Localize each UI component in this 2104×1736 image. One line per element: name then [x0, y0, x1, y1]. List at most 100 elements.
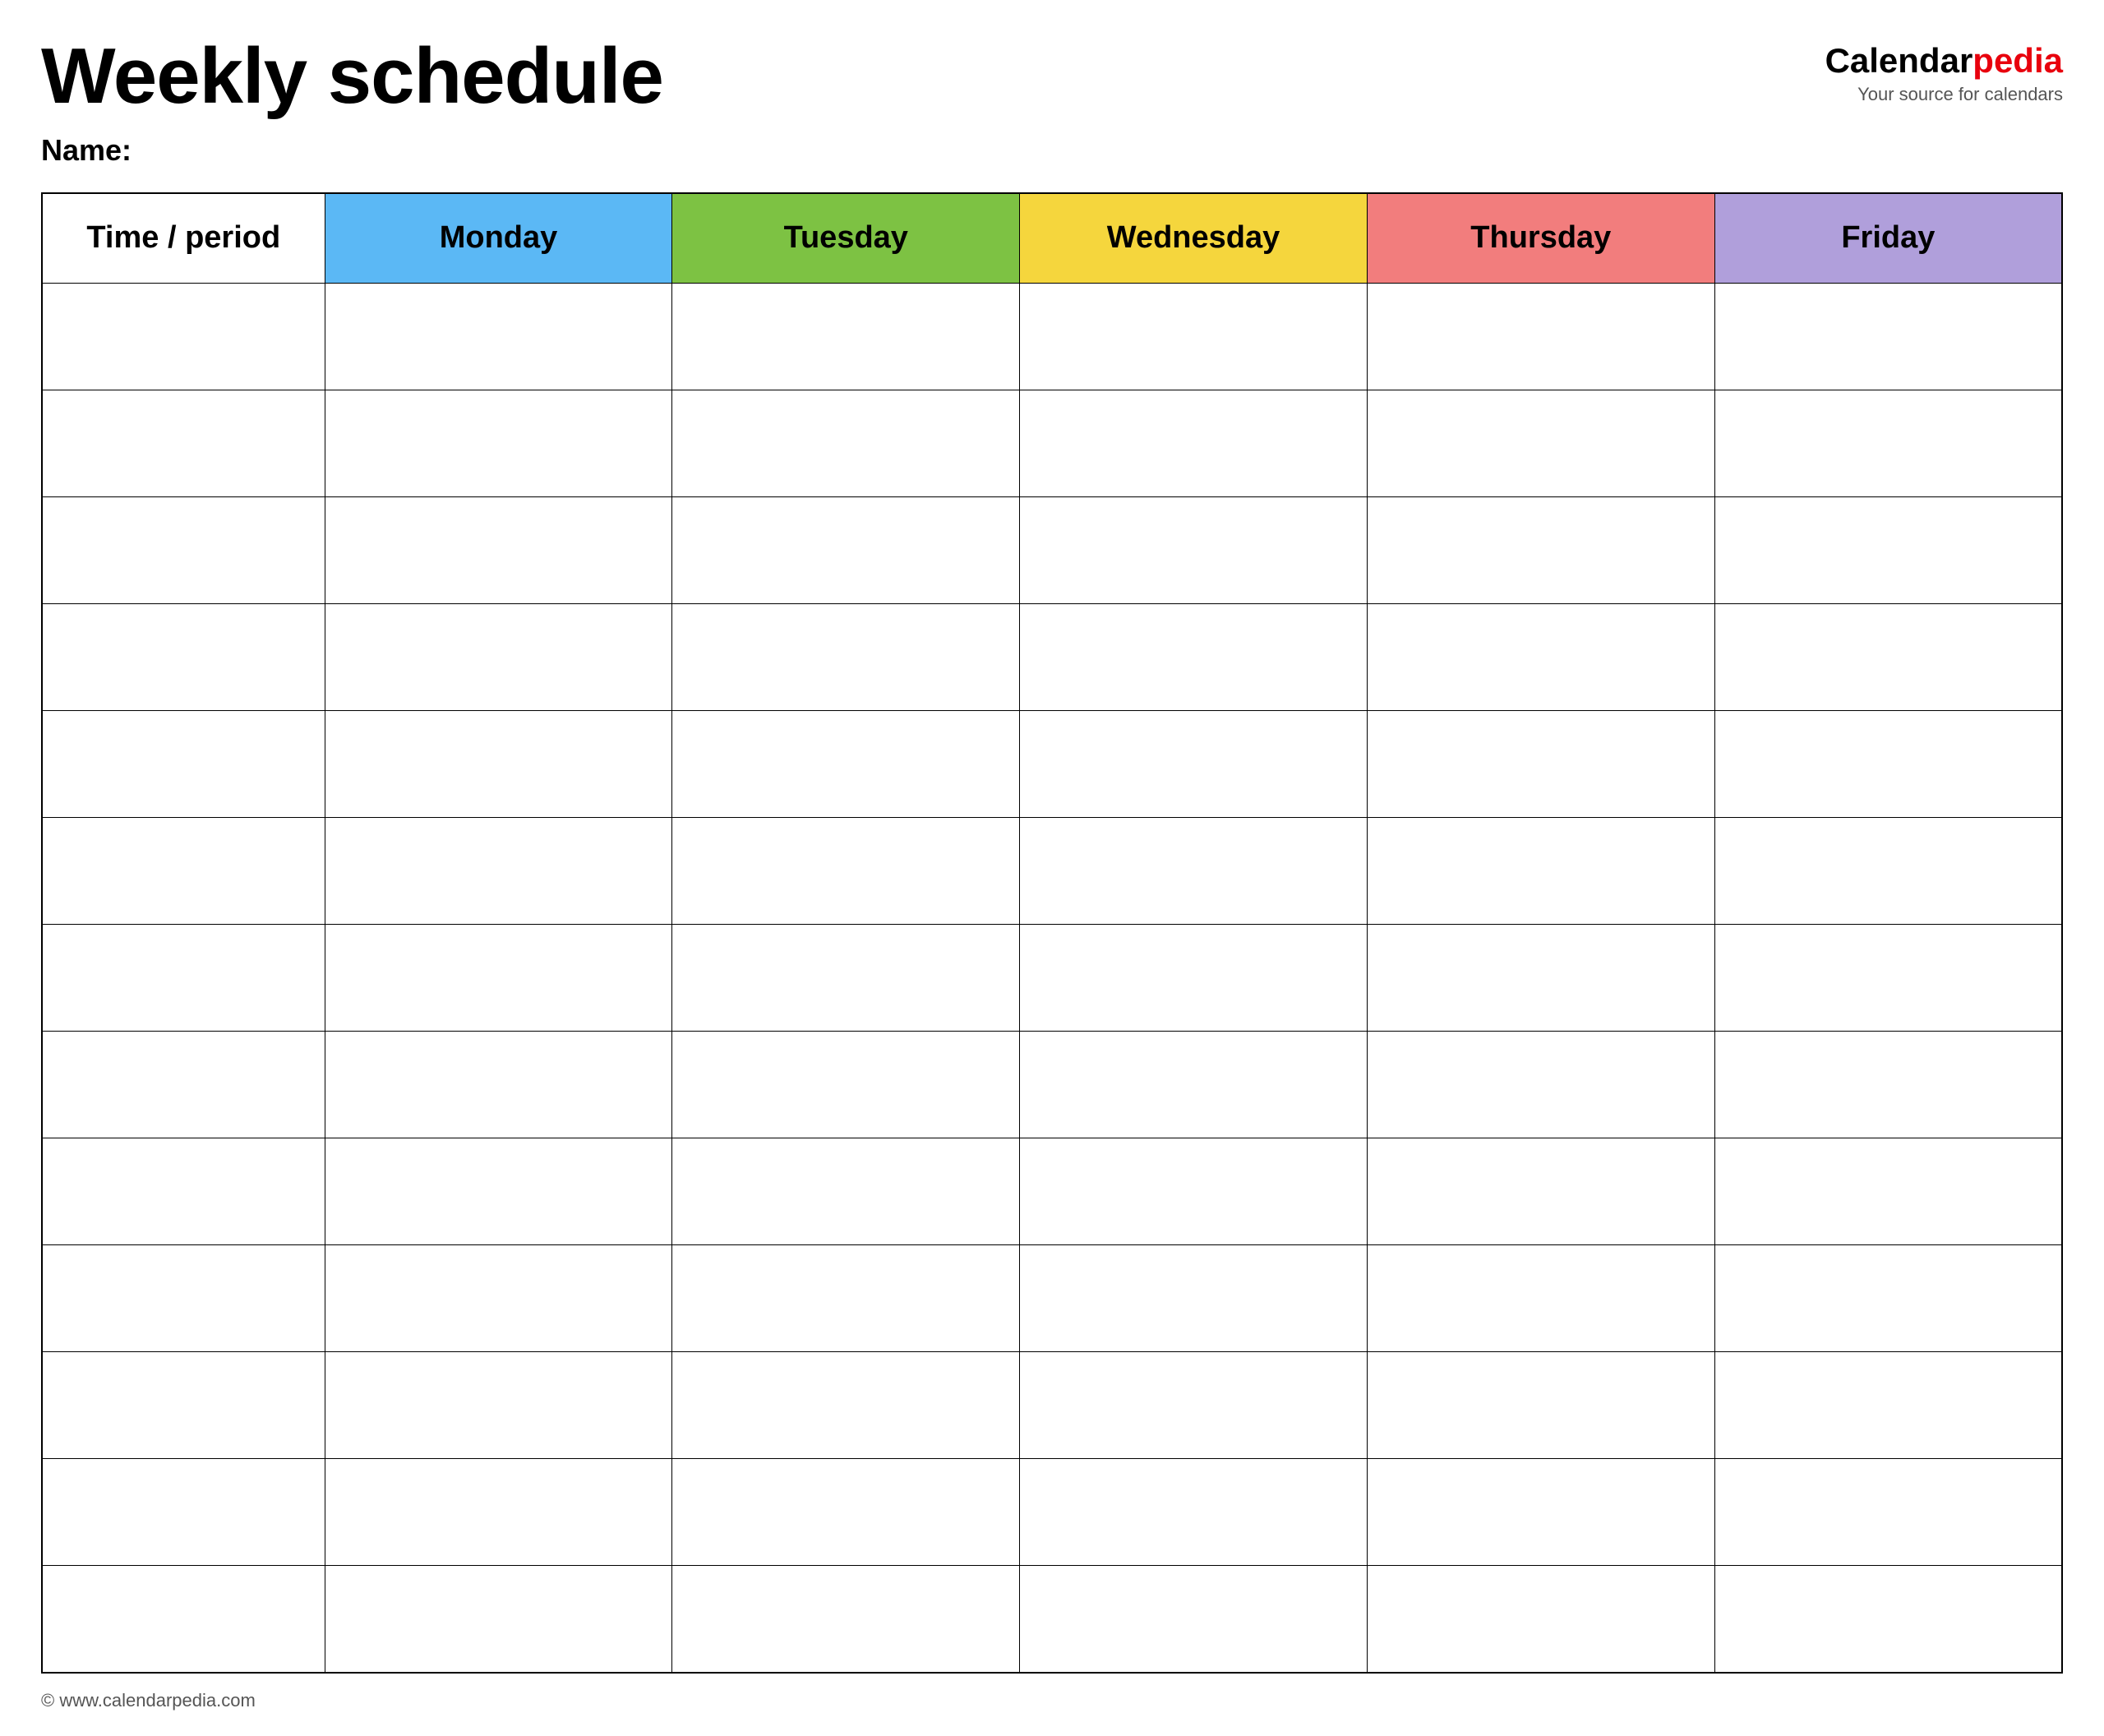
cell-row10-col1[interactable] — [325, 1352, 672, 1459]
cell-row4-col4[interactable] — [1367, 711, 1714, 818]
col-header-thursday: Thursday — [1367, 193, 1714, 284]
table-row — [42, 390, 2062, 497]
table-row — [42, 1245, 2062, 1352]
cell-row6-col5[interactable] — [1714, 925, 2062, 1032]
table-body — [42, 284, 2062, 1673]
cell-row0-col5[interactable] — [1714, 284, 2062, 390]
cell-row6-col0[interactable] — [42, 925, 325, 1032]
logo-text: Calendarpedia — [1825, 41, 2063, 81]
cell-row6-col2[interactable] — [672, 925, 1020, 1032]
cell-row10-col0[interactable] — [42, 1352, 325, 1459]
cell-row12-col2[interactable] — [672, 1566, 1020, 1673]
cell-row9-col4[interactable] — [1367, 1245, 1714, 1352]
cell-row6-col1[interactable] — [325, 925, 672, 1032]
cell-row4-col3[interactable] — [1020, 711, 1368, 818]
cell-row7-col4[interactable] — [1367, 1032, 1714, 1138]
col-header-friday: Friday — [1714, 193, 2062, 284]
cell-row0-col4[interactable] — [1367, 284, 1714, 390]
cell-row1-col2[interactable] — [672, 390, 1020, 497]
schedule-table: Time / period Monday Tuesday Wednesday T… — [41, 192, 2063, 1674]
cell-row1-col4[interactable] — [1367, 390, 1714, 497]
cell-row4-col2[interactable] — [672, 711, 1020, 818]
cell-row0-col0[interactable] — [42, 284, 325, 390]
cell-row2-col0[interactable] — [42, 497, 325, 604]
cell-row1-col3[interactable] — [1020, 390, 1368, 497]
cell-row6-col3[interactable] — [1020, 925, 1368, 1032]
table-header-row: Time / period Monday Tuesday Wednesday T… — [42, 193, 2062, 284]
col-header-wednesday: Wednesday — [1020, 193, 1368, 284]
table-row — [42, 1032, 2062, 1138]
cell-row12-col0[interactable] — [42, 1566, 325, 1673]
cell-row2-col2[interactable] — [672, 497, 1020, 604]
cell-row3-col2[interactable] — [672, 604, 1020, 711]
cell-row12-col4[interactable] — [1367, 1566, 1714, 1673]
cell-row11-col4[interactable] — [1367, 1459, 1714, 1566]
cell-row2-col5[interactable] — [1714, 497, 2062, 604]
cell-row9-col1[interactable] — [325, 1245, 672, 1352]
cell-row9-col0[interactable] — [42, 1245, 325, 1352]
cell-row12-col3[interactable] — [1020, 1566, 1368, 1673]
cell-row0-col3[interactable] — [1020, 284, 1368, 390]
cell-row10-col5[interactable] — [1714, 1352, 2062, 1459]
cell-row5-col3[interactable] — [1020, 818, 1368, 925]
cell-row12-col5[interactable] — [1714, 1566, 2062, 1673]
table-row — [42, 1566, 2062, 1673]
cell-row7-col1[interactable] — [325, 1032, 672, 1138]
cell-row6-col4[interactable] — [1367, 925, 1714, 1032]
cell-row5-col1[interactable] — [325, 818, 672, 925]
cell-row11-col2[interactable] — [672, 1459, 1020, 1566]
cell-row4-col0[interactable] — [42, 711, 325, 818]
cell-row7-col3[interactable] — [1020, 1032, 1368, 1138]
cell-row7-col2[interactable] — [672, 1032, 1020, 1138]
table-row — [42, 1138, 2062, 1245]
cell-row8-col3[interactable] — [1020, 1138, 1368, 1245]
cell-row10-col4[interactable] — [1367, 1352, 1714, 1459]
cell-row9-col5[interactable] — [1714, 1245, 2062, 1352]
cell-row10-col2[interactable] — [672, 1352, 1020, 1459]
cell-row7-col5[interactable] — [1714, 1032, 2062, 1138]
cell-row5-col5[interactable] — [1714, 818, 2062, 925]
cell-row3-col3[interactable] — [1020, 604, 1368, 711]
cell-row5-col2[interactable] — [672, 818, 1020, 925]
logo-subtitle: Your source for calendars — [1857, 84, 2063, 105]
col-header-tuesday: Tuesday — [672, 193, 1020, 284]
cell-row3-col5[interactable] — [1714, 604, 2062, 711]
table-row — [42, 1352, 2062, 1459]
logo-calendar: Calendar — [1825, 41, 1973, 80]
table-row — [42, 284, 2062, 390]
cell-row0-col1[interactable] — [325, 284, 672, 390]
cell-row3-col4[interactable] — [1367, 604, 1714, 711]
cell-row2-col1[interactable] — [325, 497, 672, 604]
cell-row1-col5[interactable] — [1714, 390, 2062, 497]
table-row — [42, 497, 2062, 604]
cell-row8-col2[interactable] — [672, 1138, 1020, 1245]
cell-row12-col1[interactable] — [325, 1566, 672, 1673]
cell-row1-col0[interactable] — [42, 390, 325, 497]
col-header-time: Time / period — [42, 193, 325, 284]
logo-pedia: pedia — [1972, 41, 2063, 80]
cell-row11-col0[interactable] — [42, 1459, 325, 1566]
cell-row11-col5[interactable] — [1714, 1459, 2062, 1566]
cell-row1-col1[interactable] — [325, 390, 672, 497]
cell-row10-col3[interactable] — [1020, 1352, 1368, 1459]
cell-row5-col0[interactable] — [42, 818, 325, 925]
cell-row2-col3[interactable] — [1020, 497, 1368, 604]
cell-row4-col5[interactable] — [1714, 711, 2062, 818]
cell-row5-col4[interactable] — [1367, 818, 1714, 925]
page-header: Weekly schedule Name: Calendarpedia Your… — [41, 33, 2063, 168]
cell-row3-col1[interactable] — [325, 604, 672, 711]
cell-row11-col3[interactable] — [1020, 1459, 1368, 1566]
cell-row2-col4[interactable] — [1367, 497, 1714, 604]
title-area: Weekly schedule Name: — [41, 33, 663, 168]
cell-row0-col2[interactable] — [672, 284, 1020, 390]
cell-row9-col3[interactable] — [1020, 1245, 1368, 1352]
cell-row7-col0[interactable] — [42, 1032, 325, 1138]
cell-row3-col0[interactable] — [42, 604, 325, 711]
cell-row8-col5[interactable] — [1714, 1138, 2062, 1245]
cell-row8-col0[interactable] — [42, 1138, 325, 1245]
cell-row4-col1[interactable] — [325, 711, 672, 818]
cell-row8-col1[interactable] — [325, 1138, 672, 1245]
cell-row11-col1[interactable] — [325, 1459, 672, 1566]
cell-row8-col4[interactable] — [1367, 1138, 1714, 1245]
cell-row9-col2[interactable] — [672, 1245, 1020, 1352]
